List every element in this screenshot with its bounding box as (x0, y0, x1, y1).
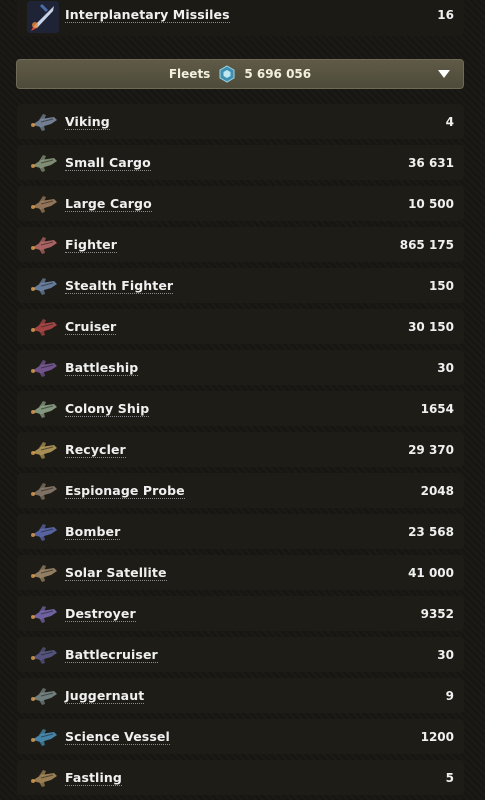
ship-name: Destroyer (65, 605, 136, 622)
ship-row[interactable]: Cruiser 30 150 (17, 309, 464, 344)
ship-count: 865 175 (399, 237, 454, 252)
ship-name: Large Cargo (65, 195, 152, 212)
ship-row[interactable]: Espionage Probe 2048 (17, 473, 464, 508)
ship-count: 41 000 (408, 565, 454, 580)
ship-name: Science Vessel (65, 728, 170, 745)
ship-count: 150 (428, 278, 454, 293)
ship-name: Bomber (65, 523, 121, 540)
fleets-label: Fleets (168, 67, 211, 81)
ship-count: 9352 (420, 606, 454, 621)
stealth-fighter-icon (31, 277, 57, 295)
ship-name: Colony Ship (65, 400, 150, 417)
defense-count: 16 (437, 8, 454, 22)
ship-name: Espionage Probe (65, 482, 185, 499)
ship-row[interactable]: Fighter 865 175 (17, 227, 464, 262)
ship-row[interactable]: Large Cargo 10 500 (17, 186, 464, 221)
recycler-icon (31, 441, 57, 459)
espionage-probe-icon (31, 482, 57, 500)
ship-name: Stealth Fighter (65, 277, 174, 294)
small-cargo-icon (31, 154, 57, 172)
ship-count: 30 (437, 647, 454, 662)
fastling-icon (31, 769, 57, 787)
ship-count: 5 (445, 770, 454, 785)
ship-name: Cruiser (65, 318, 117, 335)
destroyer-icon (31, 605, 57, 623)
ship-row[interactable]: Colony Ship 1654 (17, 391, 464, 426)
ship-row[interactable]: Battleship 30 (17, 350, 464, 385)
ship-count: 30 150 (408, 319, 454, 334)
ship-row[interactable]: Destroyer 9352 (17, 596, 464, 631)
juggernaut-icon (31, 687, 57, 705)
ship-row[interactable]: Stealth Fighter 150 (17, 268, 464, 303)
chevron-down-icon[interactable] (438, 70, 450, 79)
fleets-section-header[interactable]: Fleets 5 696 056 (16, 59, 464, 89)
ship-name: Viking (65, 113, 110, 130)
ship-row[interactable]: Science Vessel 1200 (17, 719, 464, 754)
ship-count: 36 631 (408, 155, 454, 170)
science-vessel-icon (31, 728, 57, 746)
ship-name: Fastling (65, 769, 122, 786)
ship-row[interactable]: Small Cargo 36 631 (17, 145, 464, 180)
ship-name: Small Cargo (65, 154, 151, 171)
bomber-icon (31, 523, 57, 541)
ship-name: Juggernaut (65, 687, 145, 704)
ship-name: Recycler (65, 441, 126, 458)
ship-count: 4 (445, 114, 454, 129)
fleets-total-value: 5 696 056 (244, 67, 312, 81)
ship-count: 23 568 (408, 524, 454, 539)
ship-row[interactable]: Battlecruiser 30 (17, 637, 464, 672)
ship-name: Solar Satellite (65, 564, 167, 581)
ship-count: 30 (437, 360, 454, 375)
ship-count: 1200 (420, 729, 454, 744)
battlecruiser-icon (31, 646, 57, 664)
ship-count: 10 500 (408, 196, 454, 211)
missile-icon (27, 1, 59, 34)
ship-count: 9 (445, 688, 454, 703)
ship-row[interactable]: Viking 4 (17, 104, 464, 139)
fighter-icon (31, 236, 57, 254)
ship-name: Fighter (65, 236, 117, 253)
deuterium-resource-icon (219, 65, 235, 83)
colony-ship-icon (31, 400, 57, 418)
ship-name: Battleship (65, 359, 139, 376)
large-cargo-icon (31, 195, 57, 213)
ship-name: Battlecruiser (65, 646, 158, 663)
ship-row[interactable]: Solar Satellite 41 000 (17, 555, 464, 590)
ship-row[interactable]: Bomber 23 568 (17, 514, 464, 549)
ship-row[interactable]: Recycler 29 370 (17, 432, 464, 467)
defense-row-interplanetary-missiles[interactable]: Interplanetary Missiles 16 (17, 0, 464, 36)
ship-count: 29 370 (408, 442, 454, 457)
ship-count: 1654 (420, 401, 454, 416)
defense-name: Interplanetary Missiles (65, 7, 230, 23)
ship-row[interactable]: Juggernaut 9 (17, 678, 464, 713)
ship-count: 2048 (420, 483, 454, 498)
viking-icon (31, 113, 57, 131)
cruiser-icon (31, 318, 57, 336)
solar-satellite-icon (31, 564, 57, 582)
battleship-icon (31, 359, 57, 377)
ship-row[interactable]: Fastling 5 (17, 760, 464, 795)
